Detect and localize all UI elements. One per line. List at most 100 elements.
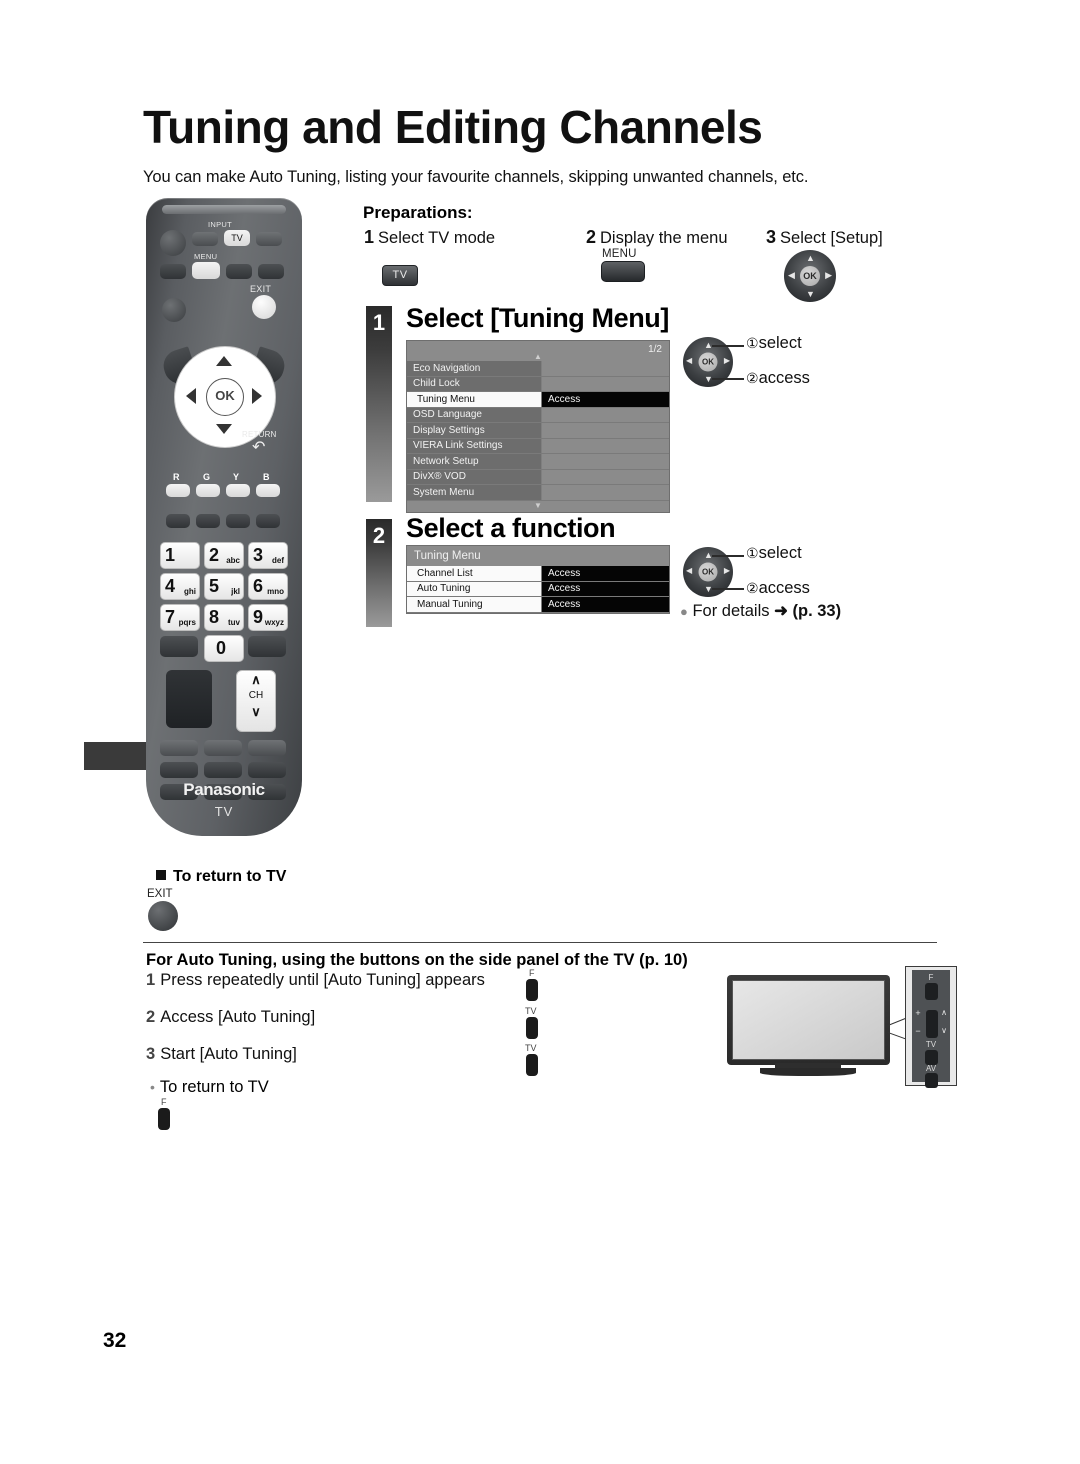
- input-label: INPUT: [208, 220, 232, 229]
- osd-page-indicator: 1/2: [648, 344, 662, 355]
- osd-row[interactable]: Eco Navigation: [407, 361, 669, 377]
- osd-row-value: [542, 423, 669, 438]
- prep-tv-button-icon: TV: [382, 265, 418, 286]
- numeric-key-4: 4 ghi: [160, 573, 200, 600]
- step-1-heading: Select [Tuning Menu]: [406, 303, 669, 333]
- tv-button: TV: [224, 230, 250, 246]
- numeric-key-7: 7 pqrs: [160, 604, 200, 631]
- prep-step-2: 2 Display the menu: [586, 227, 728, 247]
- osd-row-value: [542, 407, 669, 422]
- prep-step-3: 3 Select [Setup]: [766, 227, 883, 247]
- exit-label: EXIT: [250, 284, 272, 294]
- side-panel-heading: For Auto Tuning, using the buttons on th…: [146, 951, 688, 969]
- side-panel-f-label: F: [928, 973, 934, 982]
- tv-screen: [732, 980, 885, 1060]
- numeric-key-1: 1: [160, 542, 200, 569]
- exit-button-icon: [148, 901, 178, 931]
- bottom-return-button-label: F: [161, 1097, 167, 1107]
- dpad-right-icon: [252, 388, 262, 404]
- channel-down-label: ∨: [941, 1026, 947, 1035]
- step-2-callout-select: ①select: [746, 544, 802, 562]
- osd-row[interactable]: DivX® VOD: [407, 469, 669, 485]
- numeric-key-3: 3 def: [248, 542, 288, 569]
- osd-row[interactable]: Manual Tuning Access: [407, 597, 669, 613]
- channel-down-icon: ∨: [251, 704, 261, 719]
- brand-logo: Panasonic: [183, 780, 265, 799]
- side-panel-av-label: AV: [925, 1064, 937, 1073]
- input-left-button: [192, 232, 218, 246]
- color-key-label-r: R: [173, 472, 180, 482]
- page-number: 32: [103, 1329, 127, 1352]
- step-1-callout-access: ②access: [746, 369, 810, 387]
- return-arrow-icon: ↶: [252, 439, 266, 456]
- osd-scroll-up-icon: ▲: [534, 352, 542, 361]
- osd-top-bar: 1/2 ▲: [407, 341, 669, 361]
- bottom-step-2-button-label: TV: [525, 1006, 537, 1016]
- prep-menu-label: MENU: [602, 248, 637, 260]
- volume-minus-label: −: [915, 1026, 921, 1036]
- osd-row-value: [542, 469, 669, 484]
- step-1-badge: 1: [366, 306, 392, 502]
- osd-row[interactable]: Child Lock: [407, 376, 669, 392]
- osd-row[interactable]: Auto Tuning Access: [407, 581, 669, 597]
- bottom-step-1-button-icon: [526, 979, 538, 1001]
- prep-dpad-icon: OK ▲ ▼ ◀ ▶: [784, 250, 836, 302]
- menu-label: MENU: [194, 252, 218, 261]
- remote-button-b: [226, 264, 252, 279]
- osd-row[interactable]: System Menu: [407, 485, 669, 501]
- numeric-key-9: 9 wxyz: [248, 604, 288, 631]
- dpad-left-icon: [186, 388, 196, 404]
- input-right-button: [256, 232, 282, 246]
- side-panel-av-button: [925, 1073, 938, 1088]
- osd-row-label: Child Lock: [407, 376, 542, 391]
- bottom-step-1: 1 Press repeatedly until [Auto Tuning] ap…: [146, 971, 485, 989]
- side-panel-tv-label: TV: [925, 1040, 937, 1049]
- osd-row-value: [542, 438, 669, 453]
- osd-row-label: Network Setup: [407, 454, 542, 469]
- osd-row-label: Eco Navigation: [407, 361, 542, 376]
- bottom-step-1-button-label: F: [529, 968, 535, 978]
- step-2-osd-title: Tuning Menu: [407, 546, 669, 566]
- remote-button-a: [160, 264, 186, 279]
- osd-row[interactable]: Tuning Menu Access: [407, 392, 669, 408]
- osd-row[interactable]: Display Settings: [407, 423, 669, 439]
- brand-block: Panasonic TV: [146, 780, 302, 819]
- side-tab-mark: [84, 742, 146, 770]
- page-subtitle: You can make Auto Tuning, listing your f…: [143, 168, 809, 186]
- osd-row-value: [542, 454, 669, 469]
- osd-row-value: Access: [542, 597, 669, 612]
- remote-round-button: [162, 298, 186, 322]
- step-2-heading: Select a function: [406, 513, 616, 543]
- osd-row[interactable]: OSD Language: [407, 407, 669, 423]
- bottom-step-3: 3 Start [Auto Tuning]: [146, 1045, 297, 1063]
- numeric-key-2: 2 abc: [204, 542, 244, 569]
- osd-row[interactable]: VIERA Link Settings: [407, 438, 669, 454]
- return-label: RETURN: [242, 430, 277, 439]
- osd-row-value: [542, 485, 669, 500]
- numeric-key-8: 8 tuv: [204, 604, 244, 631]
- bottom-step-3-button-label: TV: [525, 1043, 537, 1053]
- page-title: Tuning and Editing Channels: [143, 101, 763, 153]
- color-key-label-g: G: [203, 472, 211, 482]
- color-key-label-b: B: [263, 472, 270, 482]
- osd-row[interactable]: Channel List Access: [407, 566, 669, 582]
- step-2-osd-menu: Tuning Menu Channel List Access Auto Tunin…: [406, 545, 670, 614]
- osd-row-value: Access: [542, 392, 669, 407]
- details-arrow-icon: ➜: [774, 602, 788, 620]
- bottom-step-3-button-icon: [526, 1054, 538, 1076]
- exit-button-label: EXIT: [147, 888, 173, 900]
- step-2-callout-access: ②access: [746, 579, 810, 597]
- side-panel-f-button: [925, 983, 938, 1000]
- numeric-key-6: 6 mno: [248, 573, 288, 600]
- osd-row-list: Eco Navigation Child Lock Tuning Menu Acces…: [407, 361, 669, 501]
- square-bullet-icon: [156, 870, 166, 880]
- tv-stand: [760, 1068, 856, 1076]
- osd-row-label: Tuning Menu: [407, 392, 542, 407]
- osd-row[interactable]: Network Setup: [407, 454, 669, 470]
- dpad-down-icon: [216, 424, 232, 434]
- osd-row-label: OSD Language: [407, 407, 542, 422]
- step-1-callout-select: ①select: [746, 334, 802, 352]
- dpad-up-icon: [216, 356, 232, 366]
- prep-menu-button-icon: [601, 261, 645, 282]
- return-to-tv-heading: To return to TV: [156, 868, 286, 886]
